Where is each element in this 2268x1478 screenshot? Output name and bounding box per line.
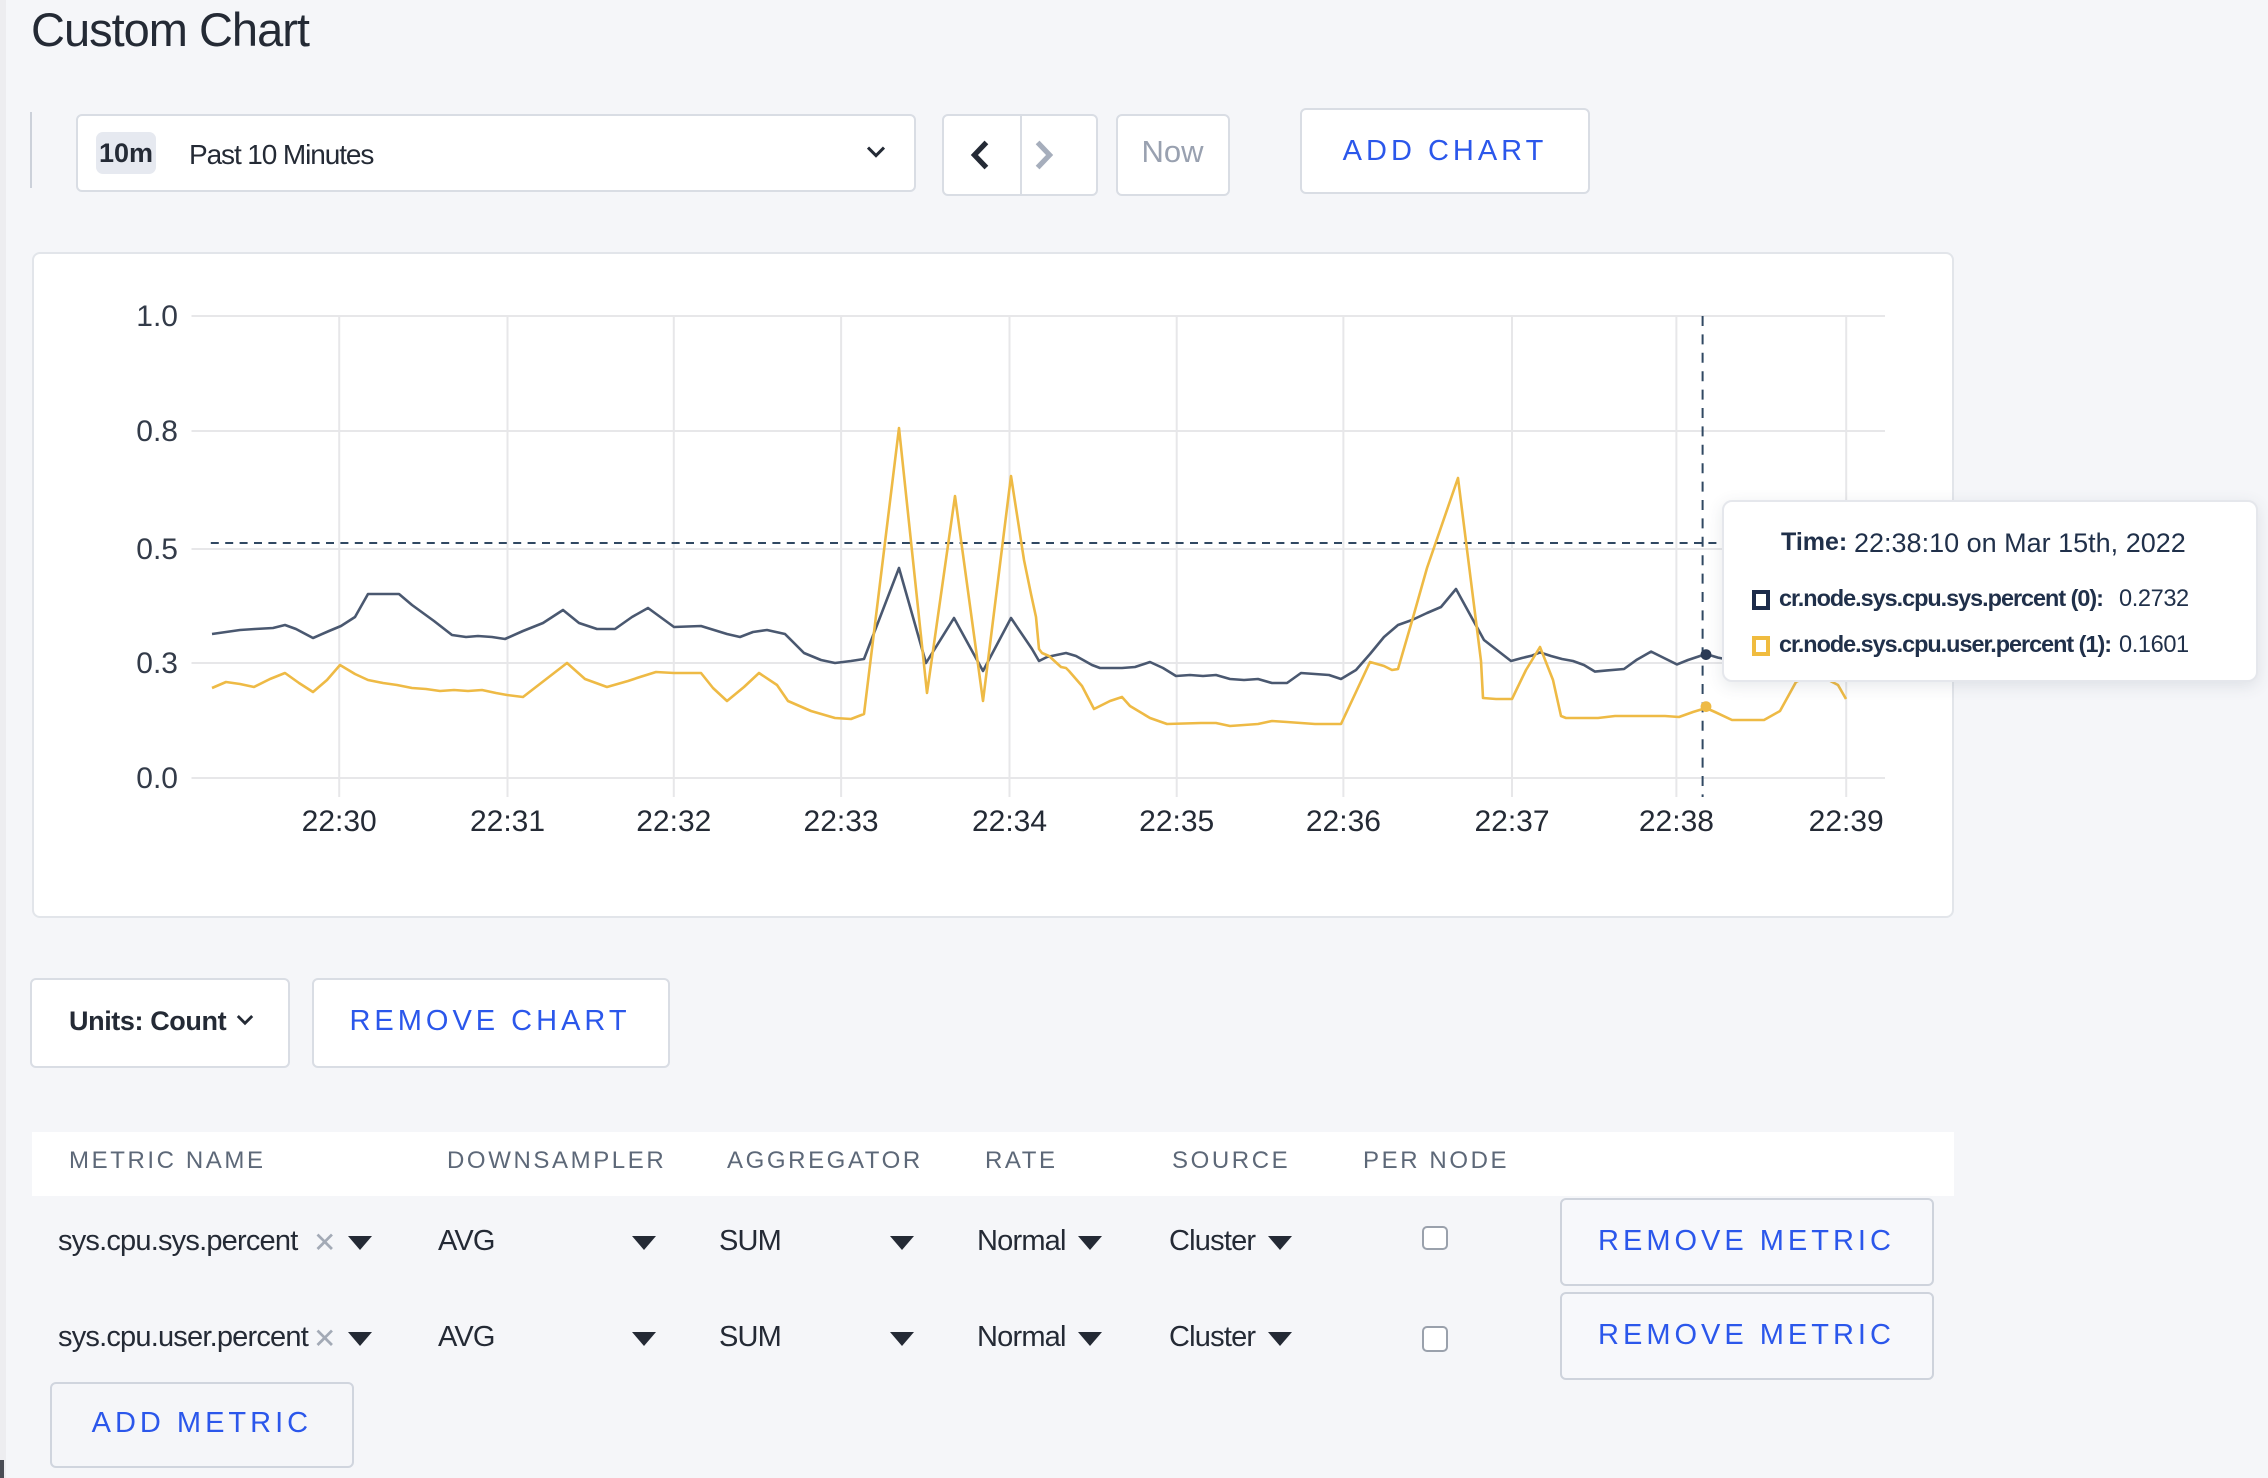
svg-text:0.8: 0.8 — [136, 415, 178, 448]
svg-text:22:35: 22:35 — [1139, 805, 1214, 838]
svg-text:0.0: 0.0 — [136, 762, 178, 795]
svg-text:22:31: 22:31 — [470, 805, 545, 838]
svg-text:22:37: 22:37 — [1474, 805, 1549, 838]
svg-text:22:34: 22:34 — [972, 805, 1047, 838]
svg-text:22:30: 22:30 — [302, 805, 377, 838]
svg-text:0.3: 0.3 — [136, 647, 178, 680]
svg-text:22:36: 22:36 — [1306, 805, 1381, 838]
svg-text:22:32: 22:32 — [636, 805, 711, 838]
svg-text:22:38: 22:38 — [1639, 805, 1714, 838]
svg-text:0.5: 0.5 — [136, 533, 178, 566]
svg-text:1.0: 1.0 — [136, 300, 178, 333]
svg-text:22:39: 22:39 — [1809, 805, 1884, 838]
svg-text:22:33: 22:33 — [804, 805, 879, 838]
